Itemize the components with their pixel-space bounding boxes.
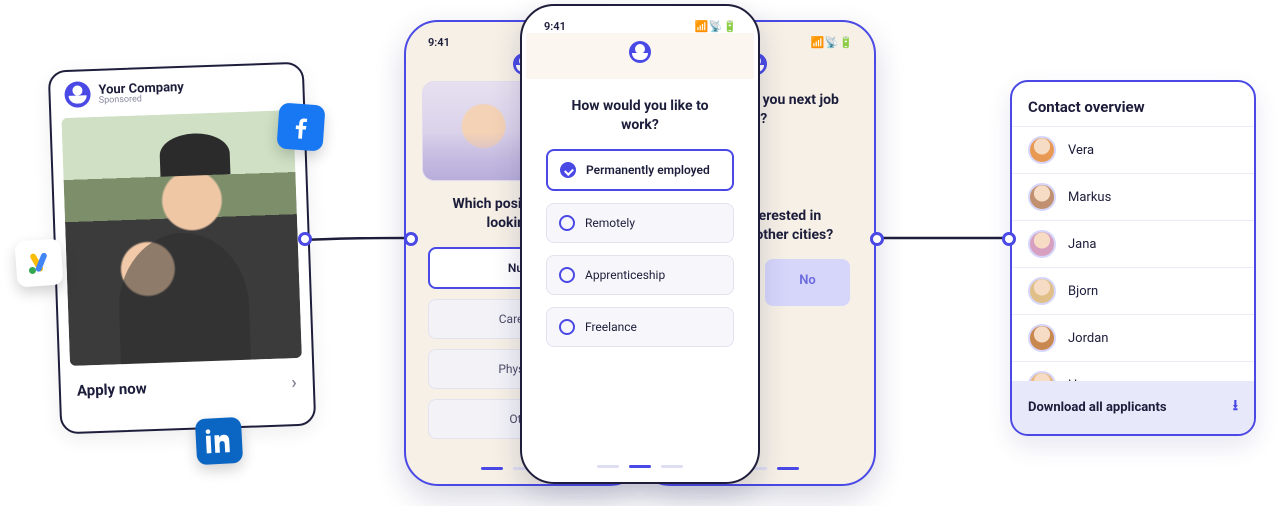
contacts-title: Contact overview [1012, 82, 1254, 126]
radio-unchecked-icon [559, 319, 575, 335]
contact-row[interactable]: Markus [1012, 173, 1254, 220]
flow-node [870, 232, 884, 246]
no-button[interactable]: No [765, 259, 850, 306]
app-logo-icon [629, 41, 651, 63]
option-label: Permanently employed [586, 163, 710, 177]
avatar [1028, 277, 1056, 305]
option-label: Freelance [585, 320, 637, 334]
download-applicants-button[interactable]: Download all applicants ⭳ [1012, 381, 1254, 434]
option-apprenticeship[interactable]: Apprenticeship [546, 255, 734, 295]
avatar [1028, 183, 1056, 211]
question-text: How would you like to work? [530, 79, 750, 149]
avatar [1028, 371, 1056, 381]
page-indicator [522, 465, 758, 468]
flow-node [1002, 232, 1016, 246]
facebook-icon [276, 102, 325, 151]
avatar [1028, 136, 1056, 164]
avatar [1028, 230, 1056, 258]
chevron-right-icon: › [291, 372, 297, 393]
contact-name: Jordan [1068, 331, 1108, 346]
option-label: Remotely [585, 216, 635, 230]
status-time: 9:41 [428, 36, 450, 49]
social-ad-card[interactable]: Your Company Sponsored Apply now › [48, 62, 317, 435]
apply-now-button[interactable]: Apply now › [60, 358, 313, 412]
radio-unchecked-icon [559, 215, 575, 231]
ad-hero-image [61, 110, 302, 366]
download-label: Download all applicants [1028, 400, 1167, 415]
status-icons: 📶 📡 🔋 [694, 20, 736, 33]
option-permanently-employed[interactable]: Permanently employed [546, 149, 734, 191]
contact-name: Markus [1068, 190, 1111, 205]
status-icons: 📶 📡 🔋 [810, 36, 852, 49]
flow-node [298, 232, 312, 246]
status-time: 9:41 [544, 20, 566, 33]
contact-name: Bjorn [1068, 284, 1098, 299]
contact-row[interactable]: Vera [1012, 126, 1254, 173]
contact-name: Vera [1068, 143, 1094, 158]
contact-row[interactable]: Bjorn [1012, 267, 1254, 314]
option-freelance[interactable]: Freelance [546, 307, 734, 347]
download-icon: ⭳ [1233, 395, 1238, 420]
option-label: Apprenticeship [585, 268, 665, 282]
flow-node [404, 232, 418, 246]
contact-row[interactable]: Hanna [1012, 361, 1254, 381]
option-remotely[interactable]: Remotely [546, 203, 734, 243]
contact-row[interactable]: Jana [1012, 220, 1254, 267]
contact-name: Jana [1068, 237, 1097, 252]
contact-row[interactable]: Jordan [1012, 314, 1254, 361]
company-logo-icon [64, 81, 91, 108]
cta-label: Apply now [77, 379, 147, 399]
contact-overview-card: Contact overview Vera Markus Jana Bjorn Jord… [1010, 80, 1256, 436]
google-ads-icon [14, 238, 63, 287]
radio-checked-icon [560, 162, 576, 178]
linkedin-icon [195, 417, 243, 465]
avatar [1028, 324, 1056, 352]
phone-mock-worktype: 9:41 📶 📡 🔋 How would you like to work? P… [520, 4, 760, 484]
radio-unchecked-icon [559, 267, 575, 283]
